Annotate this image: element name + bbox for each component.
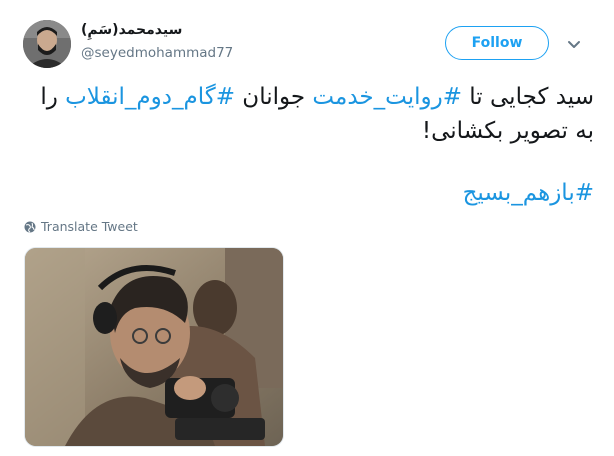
- tweet-photo[interactable]: [24, 247, 284, 447]
- translate-tweet[interactable]: Translate Tweet: [24, 219, 138, 234]
- hashtag-link[interactable]: #روایت_خدمت: [312, 84, 462, 110]
- hashtag-line: #بازهم_بسیج: [24, 176, 594, 210]
- user-handle[interactable]: @seyedmohammad77: [81, 45, 233, 61]
- avatar-image: [23, 20, 71, 68]
- translate-label: Translate Tweet: [41, 219, 138, 234]
- chevron-down-icon[interactable]: [566, 36, 582, 52]
- photo-image: [25, 248, 283, 446]
- tweet-text-segment: سید کجایی تا: [461, 84, 594, 110]
- tweet-card: (سَمِ)سیدمحمد @seyedmohammad77 Follow سی…: [0, 0, 614, 456]
- tweet-text: سید کجایی تا #روایت_خدمت جوانان #گام_دوم…: [24, 80, 594, 148]
- follow-button[interactable]: Follow: [445, 26, 549, 60]
- tweet-text-segment: جوانان: [235, 84, 313, 110]
- hashtag-link[interactable]: #بازهم_بسیج: [463, 180, 594, 206]
- avatar[interactable]: [23, 20, 71, 68]
- hashtag-link[interactable]: #گام_دوم_انقلاب: [65, 84, 235, 110]
- display-name[interactable]: (سَمِ)سیدمحمد: [81, 22, 182, 38]
- globe-icon: [24, 221, 36, 232]
